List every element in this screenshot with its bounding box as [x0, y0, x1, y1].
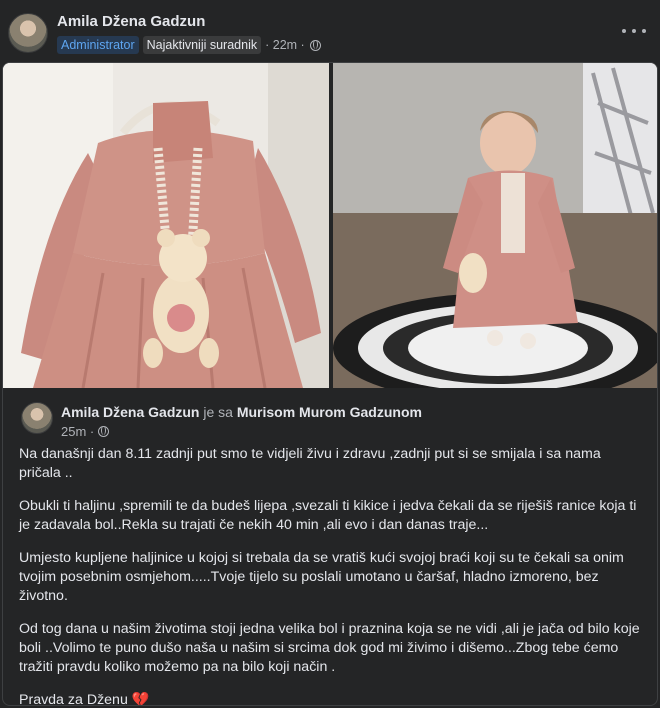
post-paragraph: Od tog dana u našim životima stoji jedna… [19, 621, 640, 675]
top-contributor-badge[interactable]: Najaktivniji suradnik [142, 36, 262, 54]
shared-post-header: Amila Džena Gadzun je sa Murisom Murom G… [3, 388, 657, 442]
shared-post-time[interactable]: 25m · [61, 424, 94, 439]
globe-icon [309, 39, 321, 51]
admin-badge[interactable]: Administrator [57, 36, 139, 54]
photo-child[interactable] [333, 63, 657, 388]
post-paragraph: Obukli ti haljinu ,spremili te da budeš … [19, 498, 637, 533]
author-avatar[interactable] [8, 13, 48, 53]
broken-heart-icon: 💔 [131, 692, 150, 706]
post-header: Amila Džena Gadzun Administrator Najakti… [0, 0, 660, 62]
post-paragraph: Na današnji dan 8.11 zadnji put smo te v… [19, 446, 601, 481]
shared-post[interactable]: Amila Džena Gadzun je sa Murisom Murom G… [2, 62, 658, 706]
more-options-button[interactable] [622, 22, 646, 40]
with-text: je sa [203, 404, 233, 420]
post-closing: Pravda za Dženu 💔 [19, 691, 643, 706]
globe-icon [98, 426, 110, 437]
more-horizontal-icon [622, 29, 626, 33]
post-time[interactable]: · 22m · [265, 38, 305, 52]
shared-post-meta: 25m · [61, 424, 110, 439]
photo-dress[interactable] [3, 63, 329, 388]
post-paragraph: Umjesto kupljene haljinice u kojoj si tr… [19, 550, 624, 604]
shared-author-name[interactable]: Amila Džena Gadzun [61, 404, 199, 420]
shared-author-avatar[interactable] [21, 402, 53, 434]
post-body: Na današnji dan 8.11 zadnji put smo te v… [19, 445, 643, 706]
shared-author-line: Amila Džena Gadzun je sa Murisom Murom G… [61, 404, 422, 420]
tagged-person[interactable]: Murisom Murom Gadzunom [237, 404, 422, 420]
post-card: Amila Džena Gadzun Administrator Najakti… [0, 0, 660, 708]
author-badges: Administrator Najaktivniji suradnik · 22… [57, 36, 321, 54]
closing-text: Pravda za Dženu [19, 692, 128, 706]
author-name[interactable]: Amila Džena Gadzun [57, 13, 205, 30]
